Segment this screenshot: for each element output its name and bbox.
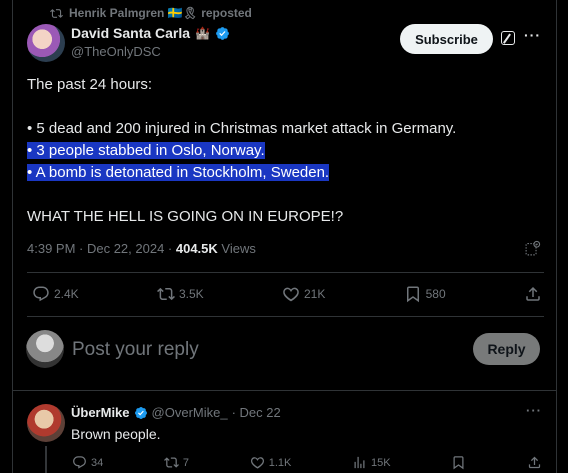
- reply-count: 2.4K: [54, 287, 79, 301]
- views-count: 15K: [371, 456, 391, 469]
- like-action[interactable]: 1.1K: [250, 455, 292, 470]
- reply-more-icon[interactable]: ···: [526, 403, 542, 418]
- views-action[interactable]: 15K: [352, 455, 391, 470]
- repost-indicator[interactable]: Henrik Palmgren 🇸🇪🎗 reposted: [50, 6, 252, 20]
- bookmark-icon: [406, 286, 419, 303]
- repost-action[interactable]: 3.5K: [157, 285, 204, 303]
- post-timestamp[interactable]: 4:39 PM · Dec 22, 2024 ·: [27, 241, 176, 256]
- reply-button[interactable]: Reply: [473, 333, 540, 365]
- current-user-avatar: [26, 330, 64, 368]
- bookmark-count: 580: [425, 287, 446, 301]
- repost-count: 7: [182, 456, 190, 469]
- heart-icon: [283, 287, 299, 302]
- bookmark-action[interactable]: 580: [404, 285, 446, 303]
- grok-icon[interactable]: [501, 31, 515, 45]
- repost-icon: [50, 8, 63, 18]
- like-action[interactable]: 21K: [282, 285, 325, 303]
- divider: [27, 272, 544, 273]
- post-meta: 4:39 PM · Dec 22, 2024 · 404.5K Views: [27, 241, 256, 256]
- divider: [27, 316, 544, 317]
- views-label: Views: [217, 241, 256, 256]
- reply-author-handle[interactable]: @OverMike_: [152, 405, 228, 420]
- bookmark-icon: [453, 456, 464, 470]
- repost-count: 3.5K: [178, 287, 204, 301]
- author-handle[interactable]: @TheOnlyDSC: [71, 44, 230, 59]
- reply-text: Brown people.: [71, 426, 161, 442]
- timeline-column: [12, 0, 557, 473]
- repost-icon: [163, 457, 179, 468]
- share-icon: [526, 286, 540, 301]
- like-count: 1.1K: [268, 456, 292, 469]
- reply-author-name[interactable]: ÜberMike: [71, 405, 130, 420]
- author-badge: 🏰: [195, 26, 211, 40]
- reply-icon: [33, 286, 49, 302]
- views-count: 404.5K: [175, 241, 218, 256]
- subscribe-button[interactable]: Subscribe: [400, 24, 493, 54]
- thread-line: [45, 446, 47, 473]
- views-chart-icon: [354, 456, 365, 469]
- post-body: The past 24 hours: • 5 dead and 200 inju…: [27, 74, 527, 228]
- analytics-icon[interactable]: [524, 240, 541, 257]
- verified-icon: [134, 406, 147, 419]
- reply-action[interactable]: 2.4K: [32, 285, 79, 303]
- author-avatar[interactable]: [27, 24, 65, 62]
- reply-input[interactable]: Post your reply: [72, 339, 199, 361]
- bookmark-action[interactable]: [451, 455, 466, 470]
- verified-icon: [216, 26, 229, 40]
- reply-header: ÜberMike @OverMike_ · Dec 22: [71, 405, 281, 420]
- reply-date[interactable]: · Dec 22: [232, 405, 281, 420]
- post-line: • 5 dead and 200 injured in Christmas ma…: [27, 120, 457, 137]
- post-line: The past 24 hours:: [27, 76, 153, 93]
- reply-icon: [73, 456, 86, 469]
- like-count: 21K: [303, 287, 326, 301]
- reply-action[interactable]: 34: [72, 455, 103, 470]
- post-actions: 2.4K 3.5K 21K 580: [32, 285, 542, 303]
- post-line: [27, 96, 527, 118]
- repost-text: Henrik Palmgren 🇸🇪🎗 reposted: [69, 6, 252, 20]
- post-line-highlighted: • 3 people stabbed in Oslo, Norway.: [27, 142, 265, 159]
- repost-icon: [157, 287, 175, 301]
- reply-author-avatar[interactable]: [27, 404, 65, 442]
- repost-action[interactable]: 7: [163, 455, 190, 470]
- divider: [12, 390, 557, 391]
- share-icon: [528, 456, 541, 469]
- heart-icon: [250, 457, 264, 469]
- post-line: WHAT THE HELL IS GOING ON IN EUROPE!?: [27, 208, 344, 225]
- post-line-highlighted: • A bomb is detonated in Stockholm, Swed…: [27, 164, 330, 181]
- share-action[interactable]: [527, 455, 542, 470]
- author-name[interactable]: David Santa Carla: [71, 25, 190, 41]
- reply-count: 34: [91, 456, 104, 469]
- reply-actions: 34 7 1.1K 15K: [72, 455, 542, 470]
- share-action[interactable]: [524, 285, 542, 303]
- more-options-icon[interactable]: ···: [524, 27, 541, 43]
- post-line: [27, 184, 527, 206]
